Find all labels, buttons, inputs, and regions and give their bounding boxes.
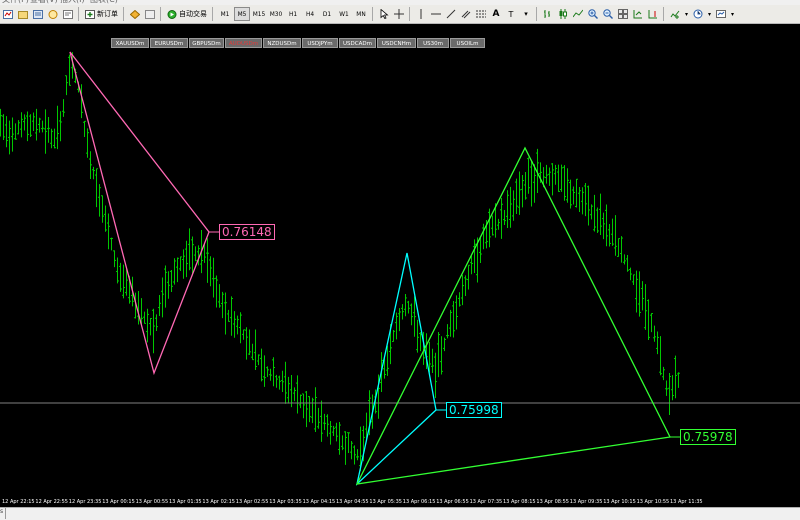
toolbar-separator — [536, 7, 537, 21]
dropdown-arrow-icon[interactable]: ▾ — [729, 7, 736, 21]
time-axis-label: 13 Apr 08:55 — [536, 499, 569, 505]
new-chart-icon[interactable] — [1, 7, 15, 21]
time-axis-label: 12 Apr 23:35 — [68, 499, 102, 505]
line-chart-icon[interactable] — [571, 7, 585, 21]
horizontal-line-icon[interactable] — [429, 7, 443, 21]
vertical-line-icon[interactable] — [414, 7, 428, 21]
fibonacci-icon[interactable] — [474, 7, 488, 21]
autotrade-button[interactable]: 自动交易 — [165, 7, 209, 21]
symbol-tab-audusdm[interactable]: AUDUSDm — [225, 38, 262, 48]
chart-tab-edge[interactable]: s — [0, 508, 6, 519]
timeframe-m5[interactable]: M5 — [234, 7, 250, 21]
toolbar-separator — [372, 7, 373, 21]
time-axis-label: 13 Apr 00:55 — [135, 499, 169, 505]
toolbar-separator — [123, 7, 124, 21]
templates-icon[interactable] — [714, 7, 728, 21]
symbol-tab-usdcnhm[interactable]: USDCNHm — [377, 38, 416, 48]
symbol-tab-eurusdm[interactable]: EURUSDm — [150, 38, 188, 48]
cyan-harmonic-pattern — [355, 252, 437, 486]
symbol-tab-usdcadm[interactable]: USDCADm — [339, 38, 376, 48]
crosshair-icon[interactable] — [392, 7, 406, 21]
symbol-tab-usdjpym[interactable]: USDJPYm — [302, 38, 338, 48]
time-axis-label: 12 Apr 22:55 — [35, 499, 68, 505]
time-axis-label: 13 Apr 03:35 — [269, 499, 302, 505]
cursor-icon[interactable] — [377, 7, 391, 21]
toolbar-separator — [663, 7, 664, 21]
time-axis-label: 13 Apr 02:55 — [235, 499, 269, 505]
time-axis-label: 13 Apr 08:15 — [503, 499, 536, 505]
time-axis-label: 13 Apr 06:15 — [402, 499, 436, 505]
new-order-button[interactable]: 新订单 — [83, 7, 120, 21]
zoom-in-icon[interactable] — [586, 7, 600, 21]
time-axis-label: 13 Apr 09:35 — [569, 499, 603, 505]
dropdown-arrow-icon[interactable]: ▾ — [683, 7, 690, 21]
time-axis-label: 12 Apr 22:15 — [2, 499, 35, 505]
time-axis-label: 13 Apr 10:15 — [603, 499, 636, 505]
auto-scroll-icon[interactable] — [631, 7, 645, 21]
new-order-icon — [85, 9, 95, 19]
symbol-tab-us30m[interactable]: US30m — [417, 38, 449, 48]
timeframe-h1[interactable]: H1 — [285, 7, 301, 21]
toolbar: 新订单 自动交易 M1 M5 M15 M30 H1 H4 D1 W1 MN A … — [0, 5, 800, 24]
new-order-label: 新订单 — [97, 10, 118, 18]
time-axis-label: 13 Apr 02:15 — [202, 499, 235, 505]
arrows-icon[interactable]: ▾ — [519, 7, 533, 21]
market-watch-icon[interactable] — [31, 7, 45, 21]
price-chart[interactable] — [0, 24, 800, 497]
history-icon[interactable] — [143, 7, 157, 21]
indicators-icon[interactable] — [668, 7, 682, 21]
time-axis-label: 13 Apr 04:55 — [336, 499, 369, 505]
timeframe-m30[interactable]: M30 — [268, 7, 284, 21]
timeframe-m1[interactable]: M1 — [217, 7, 233, 21]
metaeditor-icon[interactable] — [128, 7, 142, 21]
time-axis-label: 13 Apr 04:15 — [302, 499, 336, 505]
autotrade-icon — [167, 9, 177, 19]
timeframe-h4[interactable]: H4 — [302, 7, 318, 21]
symbol-tab-bar: XAUUSDm EURUSDm GBPUSDm AUDUSDm NZDUSDm … — [111, 38, 486, 48]
time-axis-label: 13 Apr 07:35 — [469, 499, 503, 505]
text-tool-icon[interactable]: A — [489, 7, 503, 21]
autotrade-label: 自动交易 — [179, 10, 207, 18]
cyan-price-label: 0.75998 — [446, 402, 502, 418]
status-bar: s — [0, 507, 800, 520]
timeframe-d1[interactable]: D1 — [319, 7, 335, 21]
zoom-out-icon[interactable] — [601, 7, 615, 21]
toolbar-separator — [78, 7, 79, 21]
trendline-icon[interactable] — [444, 7, 458, 21]
toolbar-separator — [160, 7, 161, 21]
profiles-icon[interactable] — [16, 7, 30, 21]
navigator-icon[interactable] — [46, 7, 60, 21]
time-axis-label: 13 Apr 01:35 — [169, 499, 202, 505]
timeframe-mn[interactable]: MN — [353, 7, 369, 21]
terminal-icon[interactable] — [61, 7, 75, 21]
time-axis-label: 13 Apr 05:35 — [369, 499, 402, 505]
candlestick-icon[interactable] — [556, 7, 570, 21]
bar-chart-icon[interactable] — [541, 7, 555, 21]
channel-icon[interactable] — [459, 7, 473, 21]
time-axis-label: 13 Apr 10:55 — [636, 499, 670, 505]
timeframe-m15[interactable]: M15 — [251, 7, 267, 21]
pink-harmonic-pattern — [69, 51, 210, 376]
symbol-tab-gbpusdm[interactable]: GBPUSDm — [189, 38, 224, 48]
toolbar-separator — [409, 7, 410, 21]
price-bars — [0, 52, 680, 471]
green-price-label: 0.75978 — [680, 429, 736, 445]
symbol-tab-xauusdm[interactable]: XAUUSDm — [111, 38, 149, 48]
periods-icon[interactable] — [691, 7, 705, 21]
chart-shift-icon[interactable] — [646, 7, 660, 21]
symbol-tab-nzdusdm[interactable]: NZDUSDm — [263, 38, 301, 48]
tile-windows-icon[interactable] — [616, 7, 630, 21]
pink-price-label: 0.76148 — [219, 224, 275, 240]
toolbar-separator — [212, 7, 213, 21]
time-axis-label: 13 Apr 06:55 — [436, 499, 469, 505]
dropdown-arrow-icon[interactable]: ▾ — [706, 7, 713, 21]
timeframe-w1[interactable]: W1 — [336, 7, 352, 21]
label-tool-icon[interactable]: T — [504, 7, 518, 21]
symbol-tab-usoilm[interactable]: USOILm — [450, 38, 485, 48]
time-axis-label: 13 Apr 11:35 — [670, 499, 703, 505]
time-axis-label: 13 Apr 00:15 — [102, 499, 135, 505]
